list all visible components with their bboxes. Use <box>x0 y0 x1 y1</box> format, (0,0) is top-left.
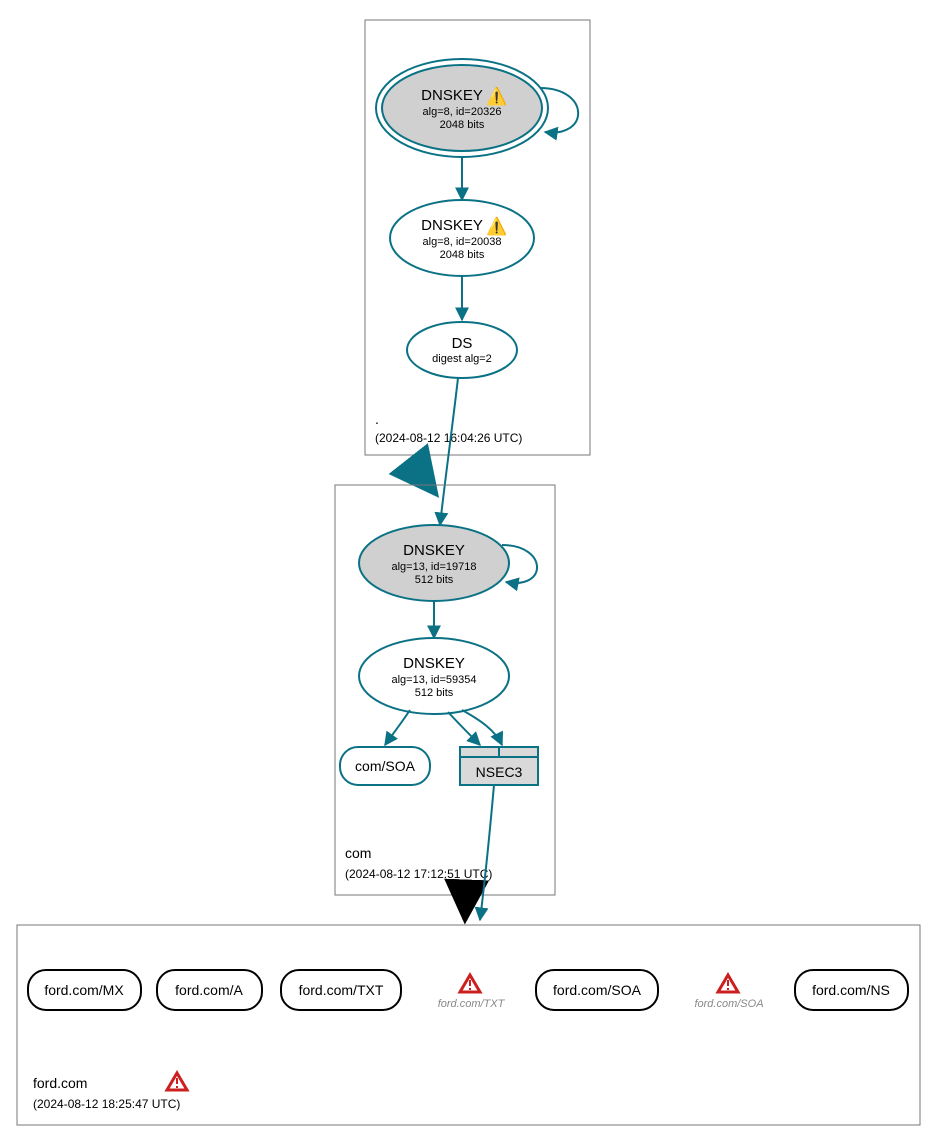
ford-soa-error-node: ford.com/SOA <box>694 975 763 1010</box>
ford-soa-node: ford.com/SOA <box>536 970 658 1010</box>
com-soa-node: com/SOA <box>340 747 430 785</box>
root-dnskey1-alg: alg=8, id=20326 <box>423 106 502 118</box>
root-ds-title: DS <box>452 335 473 352</box>
ford-rec-5: ford.com/SOA <box>694 998 763 1010</box>
com-dnskey1-bits: 512 bits <box>415 574 454 586</box>
com-zone-label: com <box>345 845 371 861</box>
ford-rec-2: ford.com/TXT <box>299 982 384 998</box>
com-dnskey2-alg: alg=13, id=59354 <box>391 674 476 686</box>
root-dnskey-zsk: DNSKEY ⚠️ alg=8, id=20038 2048 bits <box>390 200 534 276</box>
zone-root: DNSKEY ⚠️ alg=8, id=20326 2048 bits DNSK… <box>365 20 590 455</box>
zone-com: DNSKEY alg=13, id=19718 512 bits DNSKEY … <box>335 485 555 895</box>
ford-rec-6: ford.com/NS <box>812 982 890 998</box>
com-dnskey-zsk: DNSKEY alg=13, id=59354 512 bits <box>359 638 509 714</box>
com-dnskey1-title: DNSKEY <box>403 542 465 559</box>
error-icon <box>718 975 738 992</box>
dnssec-diagram: DNSKEY ⚠️ alg=8, id=20326 2048 bits DNSK… <box>0 0 936 1144</box>
root-dnskey2-title: DNSKEY <box>421 217 483 234</box>
ford-rec-1: ford.com/A <box>175 982 243 998</box>
root-dnskey-ksk: DNSKEY ⚠️ alg=8, id=20326 2048 bits <box>376 59 578 157</box>
ford-rec-3: ford.com/TXT <box>438 998 506 1010</box>
ford-rec-4: ford.com/SOA <box>553 982 642 998</box>
root-ds: DS digest alg=2 <box>407 322 517 378</box>
error-icon <box>167 1073 187 1090</box>
ford-mx-node: ford.com/MX <box>28 970 141 1010</box>
com-dnskey2-bits: 512 bits <box>415 687 454 699</box>
com-dnskey-ksk: DNSKEY alg=13, id=19718 512 bits <box>359 525 537 601</box>
svg-text:DNSKEY: DNSKEY <box>421 87 483 104</box>
com-dnskey2-title: DNSKEY <box>403 655 465 672</box>
root-dnskey2-bits: 2048 bits <box>440 249 485 261</box>
ford-zone-label: ford.com <box>33 1075 87 1091</box>
root-dnskey1-bits: 2048 bits <box>440 119 485 131</box>
com-dnskey1-alg: alg=13, id=19718 <box>391 561 476 573</box>
root-zone-label: . <box>375 411 379 427</box>
warning-icon: ⚠️ <box>486 216 507 236</box>
com-zone-timestamp: (2024-08-12 17:12:51 UTC) <box>345 867 492 881</box>
error-icon <box>460 975 480 992</box>
root-dnskey2-alg: alg=8, id=20038 <box>423 236 502 248</box>
root-dnskey1-title: DNSKEY <box>421 87 483 104</box>
ford-a-node: ford.com/A <box>157 970 262 1010</box>
com-soa-label: com/SOA <box>355 758 416 774</box>
root-ds-alg: digest alg=2 <box>432 353 492 365</box>
root-zone-timestamp: (2024-08-12 16:04:26 UTC) <box>375 431 522 445</box>
com-nsec3-node: NSEC3 <box>460 747 538 785</box>
ford-ns-node: ford.com/NS <box>795 970 908 1010</box>
ford-txt-error-node: ford.com/TXT <box>438 975 506 1010</box>
ford-txt-node: ford.com/TXT <box>281 970 401 1010</box>
warning-icon: ⚠️ <box>486 86 507 106</box>
ford-rec-0: ford.com/MX <box>44 982 124 998</box>
ford-zone-timestamp: (2024-08-12 18:25:47 UTC) <box>33 1097 180 1111</box>
svg-text:DNSKEY: DNSKEY <box>421 217 483 234</box>
com-nsec3-label: NSEC3 <box>476 764 523 780</box>
zone-ford: ford.com/MX ford.com/A ford.com/TXT ford… <box>17 925 920 1125</box>
